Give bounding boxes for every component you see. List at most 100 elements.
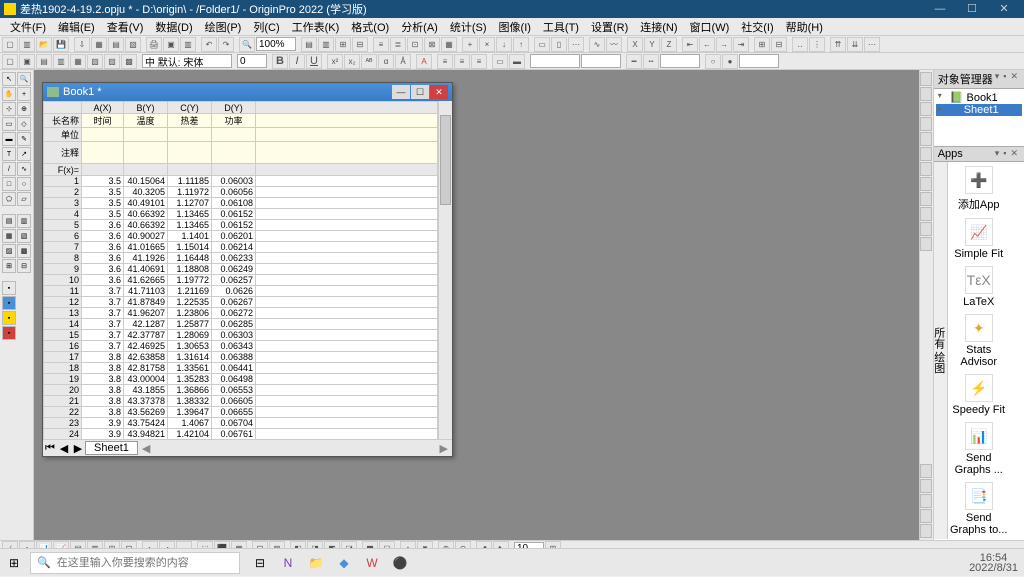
cell[interactable]: 0.06655 — [212, 407, 256, 418]
cell[interactable]: 3.8 — [82, 374, 124, 385]
symbol-select[interactable] — [739, 54, 779, 68]
new-workbook-button[interactable]: ▥ — [19, 37, 35, 52]
row-header[interactable]: 9 — [44, 264, 82, 275]
col-header-a[interactable]: A(X) — [82, 102, 124, 114]
taskbar-app[interactable]: ◆ — [332, 551, 356, 575]
fontsize-select[interactable] — [237, 54, 267, 68]
align-center-button[interactable]: ≡ — [454, 54, 470, 69]
tb-btn[interactable]: ▭ — [492, 54, 508, 69]
ri-btn[interactable] — [920, 237, 932, 251]
cell[interactable]: 43.56269 — [124, 407, 168, 418]
ri-btn[interactable] — [920, 464, 932, 478]
cell[interactable]: 41.87849 — [124, 297, 168, 308]
tool-rect[interactable]: □ — [2, 177, 16, 191]
tool-l[interactable]: ▪ — [2, 326, 16, 340]
tb-btn[interactable]: + — [462, 37, 478, 52]
cell[interactable]: 42.46925 — [124, 341, 168, 352]
tb-btn[interactable]: ⋯ — [864, 37, 880, 52]
cell[interactable]: 0.06249 — [212, 264, 256, 275]
cell[interactable]: 3.6 — [82, 231, 124, 242]
tool-draw[interactable]: ✎ — [17, 132, 31, 146]
cell[interactable]: 41.71103 — [124, 286, 168, 297]
cell[interactable]: 0.06605 — [212, 396, 256, 407]
workbook-titlebar[interactable]: Book1 * — ☐ ✕ — [43, 83, 452, 101]
cell[interactable]: 40.3205 — [124, 187, 168, 198]
cell[interactable]: 1.18808 — [168, 264, 212, 275]
tool-g[interactable]: ⊞ — [2, 259, 16, 273]
app-item[interactable]: ✦Stats Advisor — [950, 314, 1008, 368]
ri-btn[interactable] — [920, 479, 932, 493]
ri-btn[interactable] — [920, 132, 932, 146]
row-header[interactable]: 20 — [44, 385, 82, 396]
ri-btn[interactable] — [920, 117, 932, 131]
cell[interactable]: 3.5 — [82, 198, 124, 209]
cell[interactable]: 3.6 — [82, 275, 124, 286]
cell[interactable]: 3.9 — [82, 418, 124, 429]
cell[interactable]: 40.66392 — [124, 220, 168, 231]
apps-close[interactable]: ✕ — [1008, 148, 1020, 160]
menu-stats[interactable]: 统计(S) — [444, 19, 493, 35]
tb-btn[interactable]: ↑ — [513, 37, 529, 52]
close-button[interactable]: ✕ — [988, 0, 1020, 18]
longname-d[interactable]: 功率 — [212, 114, 256, 128]
tb-btn[interactable]: ⇤ — [682, 37, 698, 52]
cell[interactable]: 0.06285 — [212, 319, 256, 330]
cell[interactable]: 41.40691 — [124, 264, 168, 275]
font-select[interactable] — [142, 54, 232, 68]
row-header[interactable]: 12 — [44, 297, 82, 308]
sub-button[interactable]: x₂ — [344, 54, 360, 69]
cell[interactable]: 42.1287 — [124, 319, 168, 330]
tool-circle[interactable]: ○ — [17, 177, 31, 191]
tb-btn[interactable]: ↷ — [218, 37, 234, 52]
cell[interactable]: 3.7 — [82, 286, 124, 297]
cell[interactable]: 3.8 — [82, 363, 124, 374]
ri-btn[interactable] — [920, 102, 932, 116]
cell[interactable]: 3.5 — [82, 176, 124, 187]
cell[interactable]: 40.49101 — [124, 198, 168, 209]
menu-format[interactable]: 格式(O) — [345, 19, 395, 35]
tool-j[interactable]: ▪ — [2, 296, 16, 310]
taskbar-app[interactable]: N — [276, 551, 300, 575]
cell[interactable]: 0.06761 — [212, 429, 256, 440]
row-header[interactable]: 14 — [44, 319, 82, 330]
tool-data[interactable]: ⊹ — [2, 102, 16, 116]
tb-btn[interactable]: ⋮ — [809, 37, 825, 52]
ri-btn[interactable] — [920, 494, 932, 508]
tool-k[interactable]: ▪ — [2, 311, 16, 325]
tb-btn[interactable]: ← — [699, 37, 715, 52]
cell[interactable]: 43.1855 — [124, 385, 168, 396]
tool-region[interactable]: ◇ — [17, 117, 31, 131]
tb-btn[interactable]: ∿ — [589, 37, 605, 52]
align-right-button[interactable]: ≡ — [471, 54, 487, 69]
menu-data[interactable]: 数据(D) — [149, 19, 198, 35]
cell[interactable]: 1.12707 — [168, 198, 212, 209]
cell[interactable]: 1.39647 — [168, 407, 212, 418]
row-header[interactable]: 17 — [44, 352, 82, 363]
taskbar-app[interactable]: W — [360, 551, 384, 575]
cell[interactable]: 0.06108 — [212, 198, 256, 209]
tb-btn[interactable]: ▥ — [53, 54, 69, 69]
menu-connect[interactable]: 连接(N) — [634, 19, 683, 35]
new-project-button[interactable]: ▢ — [2, 37, 18, 52]
tb-btn[interactable]: ⊟ — [771, 37, 787, 52]
apps-opts[interactable]: ▪ — [1001, 148, 1008, 160]
tb-btn[interactable]: ⋯ — [568, 37, 584, 52]
tb-btn[interactable]: ≣ — [390, 37, 406, 52]
cell[interactable]: 1.35283 — [168, 374, 212, 385]
row-header[interactable]: 8 — [44, 253, 82, 264]
cell[interactable]: 3.6 — [82, 253, 124, 264]
cell[interactable]: 0.06233 — [212, 253, 256, 264]
tb-btn[interactable]: × — [479, 37, 495, 52]
tb-btn[interactable]: ▧ — [125, 37, 141, 52]
print-button[interactable]: 🖨 — [146, 37, 162, 52]
longname-b[interactable]: 温度 — [124, 114, 168, 128]
cell[interactable]: 3.7 — [82, 297, 124, 308]
line-style[interactable] — [530, 54, 580, 68]
cell[interactable]: 3.7 — [82, 308, 124, 319]
cell[interactable]: 0.06704 — [212, 418, 256, 429]
menu-window[interactable]: 窗口(W) — [684, 19, 736, 35]
tool-h[interactable]: ⊟ — [17, 259, 31, 273]
project-tree[interactable]: 📗 Book1 Sheet1 — [934, 89, 1024, 146]
tool-pan[interactable]: ✋ — [2, 87, 16, 101]
cell[interactable]: 0.06056 — [212, 187, 256, 198]
